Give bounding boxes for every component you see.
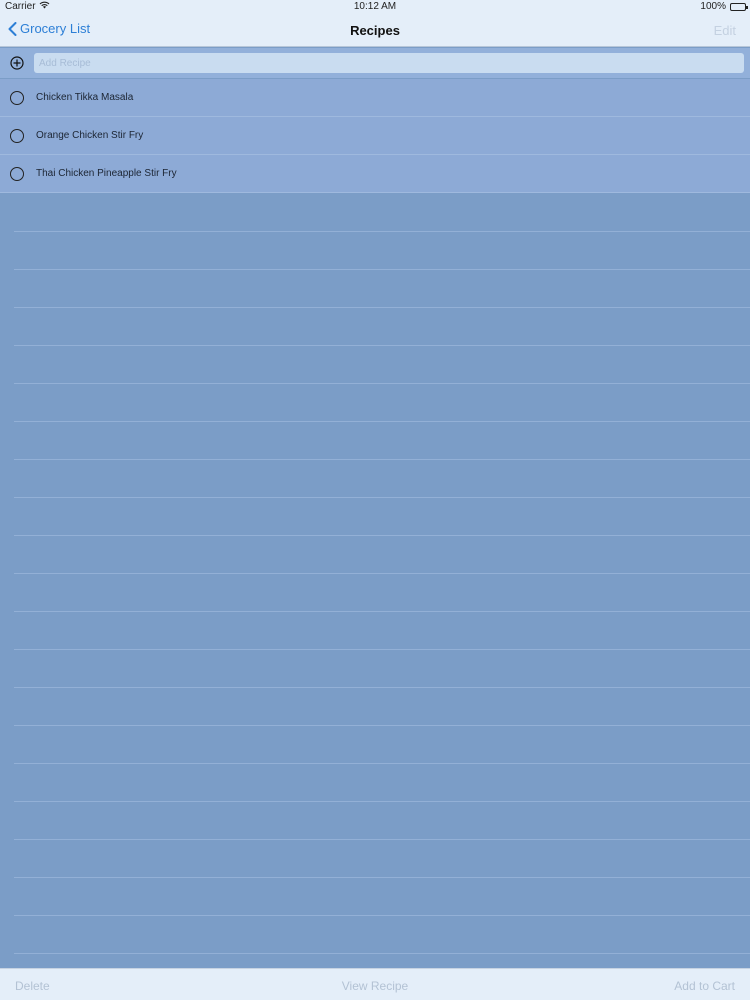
unchecked-circle-icon[interactable] <box>10 129 24 143</box>
recipe-row[interactable]: Chicken Tikka Masala <box>0 79 750 117</box>
empty-table-area <box>0 194 750 968</box>
add-circle-icon[interactable] <box>10 56 24 70</box>
view-recipe-wrapper: View Recipe <box>0 979 750 993</box>
recipe-label: Chicken Tikka Masala <box>36 92 134 103</box>
status-bar: Carrier 10:12 AM 100% <box>0 0 750 14</box>
row-separator <box>14 345 750 346</box>
row-separator <box>14 231 750 232</box>
battery-percent: 100% <box>700 1 726 12</box>
unchecked-circle-icon[interactable] <box>10 167 24 181</box>
row-separator <box>14 687 750 688</box>
row-separator <box>14 877 750 878</box>
row-separator <box>14 497 750 498</box>
delete-button[interactable]: Delete <box>15 979 50 993</box>
status-time: 10:12 AM <box>353 1 397 12</box>
unchecked-circle-icon[interactable] <box>10 91 24 105</box>
row-separator <box>14 611 750 612</box>
row-separator <box>14 649 750 650</box>
row-separator <box>14 421 750 422</box>
row-separator <box>14 725 750 726</box>
row-separator <box>14 801 750 802</box>
row-separator <box>14 573 750 574</box>
row-separator <box>14 839 750 840</box>
row-separator <box>14 383 750 384</box>
row-separator <box>14 307 750 308</box>
add-to-cart-button[interactable]: Add to Cart <box>674 979 735 993</box>
battery-icon <box>730 2 748 11</box>
view-recipe-button[interactable]: View Recipe <box>342 979 408 993</box>
add-recipe-row <box>0 48 750 78</box>
bottom-toolbar: Delete View Recipe Add to Cart <box>0 968 750 1000</box>
recipe-label: Orange Chicken Stir Fry <box>36 130 144 141</box>
navigation-bar: Grocery List Recipes Edit <box>0 14 750 47</box>
add-recipe-input[interactable] <box>34 53 744 73</box>
recipe-row[interactable]: Orange Chicken Stir Fry <box>0 117 750 155</box>
row-separator <box>14 269 750 270</box>
row-separator <box>14 763 750 764</box>
row-separator <box>14 953 750 954</box>
edit-button[interactable]: Edit <box>714 23 736 38</box>
row-separator <box>14 459 750 460</box>
recipe-row[interactable]: Thai Chicken Pineapple Stir Fry <box>0 155 750 193</box>
row-separator <box>14 915 750 916</box>
recipe-label: Thai Chicken Pineapple Stir Fry <box>36 168 177 179</box>
row-separator <box>14 535 750 536</box>
page-title: Recipes <box>350 23 400 38</box>
status-right: 100% <box>700 1 748 12</box>
